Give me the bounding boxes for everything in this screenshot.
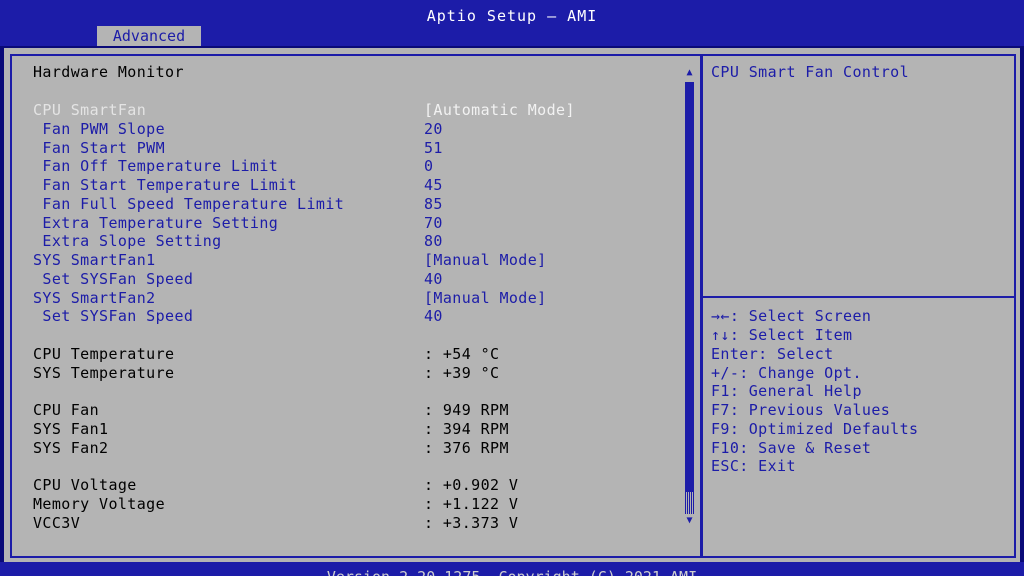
reading-vcc3v-label: VCC3V <box>33 514 81 532</box>
setting-fan-start-pwm-label[interactable]: Fan Start PWM <box>33 139 165 157</box>
help-key-exit: ESC: Exit <box>711 457 796 475</box>
help-key-previous-values: F7: Previous Values <box>711 401 891 419</box>
section-title: Hardware Monitor <box>33 63 184 81</box>
reading-sys-temp-label: SYS Temperature <box>33 364 175 382</box>
reading-memory-voltage-value: : +1.122 V <box>424 495 519 513</box>
help-key-optimized-defaults: F9: Optimized Defaults <box>711 420 919 438</box>
reading-cpu-fan-value: : 949 RPM <box>424 401 509 419</box>
setting-fan-start-temp-value[interactable]: 45 <box>424 176 443 194</box>
setting-fan-pwm-slope-value[interactable]: 20 <box>424 120 443 138</box>
setting-fan-full-speed-temp-label[interactable]: Fan Full Speed Temperature Limit <box>33 195 344 213</box>
help-key-select-screen: →←: Select Screen <box>711 307 872 325</box>
setting-sysfan1-speed-value[interactable]: 40 <box>424 270 443 288</box>
setting-extra-temp-value[interactable]: 70 <box>424 214 443 232</box>
setting-sys-smartfan2-label[interactable]: SYS SmartFan2 <box>33 289 156 307</box>
setting-extra-temp-label[interactable]: Extra Temperature Setting <box>33 214 278 232</box>
main-panel: Hardware Monitor CPU SmartFan [Automatic… <box>4 48 1020 562</box>
reading-cpu-voltage-value: : +0.902 V <box>424 476 519 494</box>
app-title: Aptio Setup – AMI <box>426 7 598 25</box>
setting-extra-slope-value[interactable]: 80 <box>424 232 443 250</box>
setting-fan-pwm-slope-label[interactable]: Fan PWM Slope <box>33 120 165 138</box>
reading-vcc3v-value: : +3.373 V <box>424 514 519 532</box>
setting-fan-full-speed-temp-value[interactable]: 85 <box>424 195 443 213</box>
scrollbar-track[interactable] <box>685 82 694 514</box>
reading-cpu-voltage-label: CPU Voltage <box>33 476 137 494</box>
reading-sys-fan1-label: SYS Fan1 <box>33 420 109 438</box>
reading-sys-fan2-value: : 376 RPM <box>424 439 509 457</box>
setting-cpu-smartfan-value[interactable]: [Automatic Mode] <box>424 101 575 119</box>
setting-fan-off-temp-label[interactable]: Fan Off Temperature Limit <box>33 157 278 175</box>
setting-sysfan1-speed-label[interactable]: Set SYSFan Speed <box>33 270 193 288</box>
panel-divider <box>700 54 703 558</box>
reading-cpu-temp-label: CPU Temperature <box>33 345 175 363</box>
setting-sysfan2-speed-label[interactable]: Set SYSFan Speed <box>33 307 193 325</box>
setting-sysfan2-speed-value[interactable]: 40 <box>424 307 443 325</box>
help-key-general-help: F1: General Help <box>711 382 862 400</box>
scrollbar-thumb[interactable] <box>685 492 694 514</box>
tab-advanced[interactable]: Advanced <box>97 26 201 46</box>
setting-fan-start-pwm-value[interactable]: 51 <box>424 139 443 157</box>
help-separator <box>703 296 1016 298</box>
help-description: CPU Smart Fan Control <box>711 63 910 81</box>
reading-sys-temp-value: : +39 °C <box>424 364 500 382</box>
setting-sys-smartfan1-value[interactable]: [Manual Mode] <box>424 251 547 269</box>
footer-bar: Version 2.20.1275. Copyright (C) 2021 AM… <box>0 562 1024 576</box>
reading-sys-fan1-value: : 394 RPM <box>424 420 509 438</box>
setting-fan-start-temp-label[interactable]: Fan Start Temperature Limit <box>33 176 297 194</box>
title-bar: Aptio Setup – AMI Advanced <box>0 0 1024 46</box>
reading-memory-voltage-label: Memory Voltage <box>33 495 166 513</box>
reading-cpu-temp-value: : +54 °C <box>424 345 500 363</box>
setting-cpu-smartfan-label[interactable]: CPU SmartFan <box>33 101 146 119</box>
reading-sys-fan2-label: SYS Fan2 <box>33 439 109 457</box>
footer-version: Version 2.20.1275. Copyright (C) 2021 AM… <box>0 568 1024 576</box>
reading-cpu-fan-label: CPU Fan <box>33 401 100 419</box>
setting-sys-smartfan2-value[interactable]: [Manual Mode] <box>424 289 547 307</box>
setting-fan-off-temp-value[interactable]: 0 <box>424 157 433 175</box>
setting-extra-slope-label[interactable]: Extra Slope Setting <box>33 232 222 250</box>
help-key-save-reset: F10: Save & Reset <box>711 439 872 457</box>
scroll-down-icon[interactable]: ▼ <box>683 516 696 526</box>
help-key-change-opt: +/-: Change Opt. <box>711 364 862 382</box>
scroll-up-icon[interactable]: ▲ <box>683 68 696 78</box>
setting-sys-smartfan1-label[interactable]: SYS SmartFan1 <box>33 251 156 269</box>
help-key-select-item: ↑↓: Select Item <box>711 326 853 344</box>
help-key-enter: Enter: Select <box>711 345 834 363</box>
